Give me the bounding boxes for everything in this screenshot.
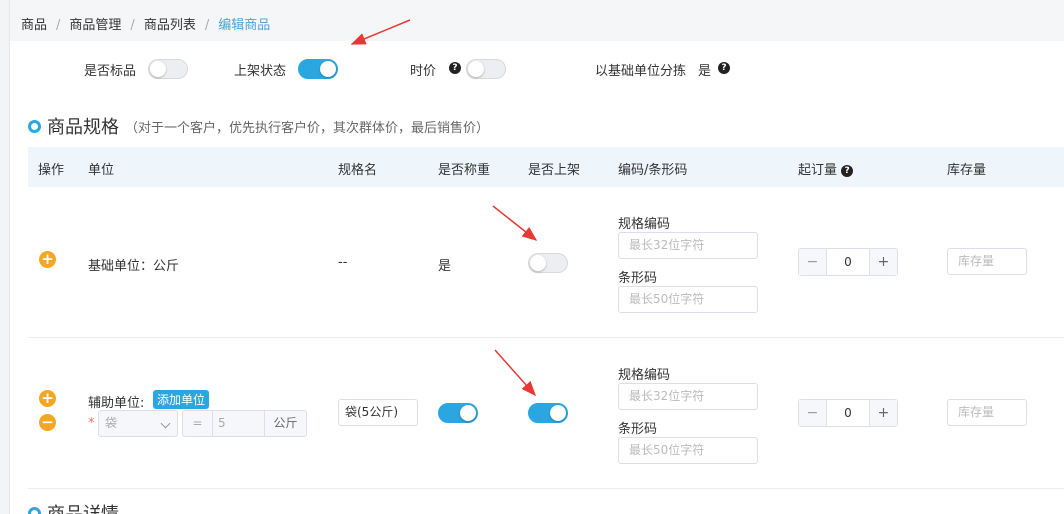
add-row-button[interactable]: + (39, 390, 56, 407)
spec-name-input[interactable]: 袋(5公斤) (338, 399, 418, 426)
toggle-knob (320, 61, 336, 77)
min-order-value[interactable]: 0 (827, 249, 869, 275)
stepper-increment-button[interactable]: + (869, 400, 897, 426)
section-dot-icon (28, 119, 41, 133)
seasonal-price-label: 时价 (410, 64, 437, 79)
detail-section-header: 商品详情 (28, 500, 119, 514)
listed-toggle[interactable] (528, 403, 568, 423)
required-mark: * (88, 416, 95, 431)
min-order-help-icon[interactable]: ? (841, 164, 854, 177)
spec-section-header: 商品规格 （对于一个客户，优先执行客户价，其次群体价，最后销售价） (28, 113, 489, 139)
spec-code-input[interactable]: 最长32位字符 (618, 232, 758, 259)
toggle-knob (550, 405, 566, 421)
col-action: 操作 (38, 163, 65, 178)
spec-code-label: 规格编码 (618, 217, 671, 232)
col-spec-name: 规格名 (338, 163, 378, 178)
stock-input[interactable]: 库存量 (947, 399, 1027, 426)
listed-toggle[interactable] (528, 253, 568, 273)
aux-unit-label: 辅助单位: (88, 396, 145, 411)
toggle-knob (530, 255, 546, 271)
unit-conversion-field: = 5 公斤 (182, 410, 307, 437)
min-order-stepper: − 0 + (798, 399, 898, 427)
breadcrumb-item-goods-list[interactable]: 商品列表 (144, 18, 196, 33)
listing-status-label: 上架状态 (234, 64, 287, 79)
col-unit: 单位 (88, 163, 115, 178)
breadcrumb-separator: / (130, 18, 135, 33)
chevron-down-icon (160, 418, 171, 429)
sort-by-base-unit-value: 是 (698, 64, 712, 79)
weighed-text: 是 (438, 259, 452, 274)
breadcrumb-item-goods[interactable]: 商品 (21, 18, 47, 33)
stock-input[interactable]: 库存量 (947, 248, 1027, 275)
col-code: 编码/条形码 (618, 163, 688, 178)
sort-by-base-unit-help-icon[interactable]: ? (718, 62, 730, 74)
conversion-equals: = (183, 411, 213, 436)
add-row-button[interactable]: + (39, 251, 56, 268)
base-unit-text: 基础单位：公斤 (88, 259, 180, 274)
breadcrumb-item-goods-management[interactable]: 商品管理 (69, 18, 121, 33)
spec-name-text: -- (338, 255, 348, 270)
spec-table-header: 操作 单位 规格名 是否称重 是否上架 编码/条形码 起订量 ? 库存量 (28, 147, 1064, 187)
toggle-knob (468, 61, 484, 77)
breadcrumb-separator: / (56, 18, 61, 33)
remove-row-button[interactable]: − (39, 414, 56, 431)
aux-unit-select[interactable]: 袋 (98, 410, 178, 437)
annotation-arrow-row1-listed (492, 205, 538, 241)
barcode-label: 条形码 (618, 271, 658, 286)
stepper-increment-button[interactable]: + (869, 249, 897, 275)
col-min-order: 起订量 ? (798, 159, 854, 178)
standard-product-label: 是否标品 (84, 64, 137, 79)
col-stock: 库存量 (947, 163, 987, 178)
annotation-arrow-row2-listed (494, 349, 536, 397)
col-listed: 是否上架 (528, 163, 581, 178)
col-weighed: 是否称重 (438, 163, 491, 178)
barcode-input[interactable]: 最长50位字符 (618, 286, 758, 313)
toggle-knob (460, 405, 476, 421)
detail-section-title: 商品详情 (47, 504, 119, 514)
seasonal-price-help-icon[interactable]: ? (449, 62, 461, 74)
toggle-knob (150, 61, 166, 77)
goods-flags-row: 是否标品 上架状态 时价 ? 以基础单位分拣 是 ? (0, 52, 1064, 84)
standard-product-toggle[interactable] (148, 59, 188, 79)
seasonal-price-toggle[interactable] (466, 59, 506, 79)
aux-unit-select-value: 袋 (105, 416, 118, 430)
breadcrumb: 商品 / 商品管理 / 商品列表 / 编辑商品 (21, 14, 270, 33)
row-divider (28, 488, 1064, 489)
min-order-stepper: − 0 + (798, 248, 898, 276)
conversion-quantity-input[interactable]: 5 (213, 411, 265, 436)
breadcrumb-item-edit-goods: 编辑商品 (218, 18, 271, 33)
spec-section-note: （对于一个客户，优先执行客户价，其次群体价，最后销售价） (125, 120, 490, 136)
min-order-value[interactable]: 0 (827, 400, 869, 426)
barcode-input[interactable]: 最长50位字符 (618, 437, 758, 464)
breadcrumb-separator: / (204, 18, 210, 33)
conversion-unit: 公斤 (264, 411, 306, 436)
listing-status-toggle[interactable] (298, 59, 338, 79)
section-dot-icon (28, 506, 41, 514)
spec-code-input[interactable]: 最长32位字符 (618, 383, 758, 410)
barcode-label: 条形码 (618, 422, 658, 437)
stepper-decrement-button[interactable]: − (799, 400, 827, 426)
weighed-toggle[interactable] (438, 403, 478, 423)
row-divider (28, 337, 1064, 338)
add-unit-button[interactable]: 添加单位 (153, 390, 210, 409)
stepper-decrement-button[interactable]: − (799, 249, 827, 275)
spec-code-label: 规格编码 (618, 368, 671, 383)
spec-section-title: 商品规格 (47, 117, 119, 138)
sort-by-base-unit-label: 以基础单位分拣 (595, 64, 687, 79)
col-min-order-label: 起订量 (798, 163, 838, 178)
